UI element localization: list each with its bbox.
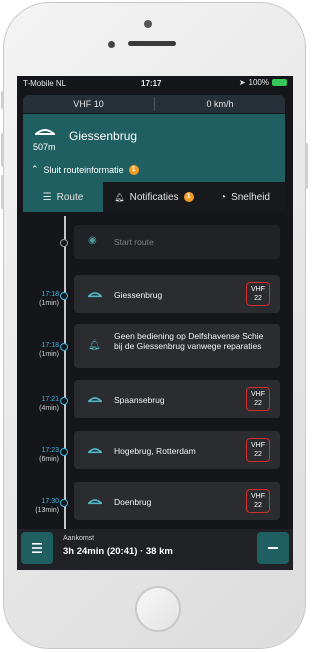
start-route-card[interactable]: ◉ Start route	[74, 225, 280, 259]
battery-percent: 100%	[248, 78, 269, 87]
bridge-distance: 507m	[33, 142, 56, 152]
timeline-dot	[60, 448, 68, 456]
hamburger-icon	[32, 543, 42, 553]
arrival-bar: Aankomst 3h 24min (20:41) · 38 km	[17, 529, 293, 570]
earpiece-speaker	[128, 41, 176, 46]
arrival-value: 3h 24min (20:41) · 38 km	[63, 546, 173, 557]
eta-time: 17:18 (1min)	[39, 342, 59, 358]
arrival-label: Aankomst	[63, 535, 95, 542]
speedometer-icon: ◔	[220, 191, 227, 203]
eta-time: 17:21 (4min)	[39, 396, 59, 412]
route-item-giessenbrug[interactable]: Giessenbrug VHF 22	[74, 275, 280, 313]
status-bar: T-Mobile NL 17:17 ➤ 100%	[17, 76, 293, 91]
eta-time: 17:18 (1min)	[39, 291, 59, 307]
front-camera	[144, 20, 152, 28]
vhf-badge[interactable]: VHF 22	[246, 387, 270, 411]
app-screen: T-Mobile NL 17:17 ➤ 100% VHF 10 0 km/h 5…	[17, 76, 293, 570]
vhf-badge[interactable]: VHF 22	[246, 489, 270, 513]
proximity-sensor	[108, 41, 115, 48]
bridge-label: Doenbrug	[114, 497, 152, 507]
bridge-label: Spaansebrug	[114, 395, 165, 405]
volume-up-button	[1, 133, 4, 167]
bridge-icon	[88, 448, 102, 454]
speed-readout: 0 km/h	[206, 99, 234, 109]
mute-switch	[1, 91, 4, 109]
bell-icon: 🔔︎	[114, 192, 125, 202]
start-icon: ◉	[88, 235, 97, 246]
vhf-badge[interactable]: VHF 22	[246, 438, 270, 462]
home-button[interactable]	[135, 586, 181, 632]
collapse-button[interactable]	[257, 532, 289, 564]
vhf-channel: VHF 10	[73, 99, 104, 109]
bridge-icon	[35, 129, 55, 135]
start-route-label: Start route	[114, 237, 154, 247]
timeline-dot	[60, 239, 68, 247]
clock: 17:17	[141, 79, 162, 88]
timeline-dot	[60, 397, 68, 405]
bell-icon: 🔔︎	[88, 340, 101, 351]
minus-icon	[268, 547, 278, 549]
tab-notifications[interactable]: 🔔︎ Notificaties 1	[103, 182, 205, 212]
tab-route-label: Route	[56, 191, 84, 203]
notifications-badge: 1	[183, 192, 194, 202]
top-info-bar: VHF 10 0 km/h	[23, 95, 285, 113]
timeline-dot	[60, 292, 68, 300]
vhf-badge[interactable]: VHF 22	[246, 282, 270, 306]
close-route-info-toggle[interactable]: ⌃ Sluit routeinformatie 1	[31, 164, 139, 175]
bridge-icon	[88, 499, 102, 505]
list-icon: ☰	[42, 191, 52, 203]
route-item-notification[interactable]: 🔔︎ Geen bediening op Delfshavense Schie …	[74, 324, 280, 368]
tab-route[interactable]: ☰ Route	[23, 182, 103, 212]
close-route-info-label: Sluit routeinformatie	[43, 164, 124, 175]
battery-icon	[272, 79, 287, 86]
tab-notifications-label: Notificaties	[129, 191, 179, 203]
timeline-dot	[60, 499, 68, 507]
notification-text: Geen bediening op Delfshavense Schie bij…	[114, 331, 264, 351]
bridge-icon	[88, 397, 102, 403]
bridge-name: Giessenbrug	[69, 129, 138, 143]
power-button	[305, 143, 308, 189]
chevron-up-icon: ⌃	[31, 164, 39, 174]
volume-down-button	[1, 175, 4, 209]
timeline-dot	[60, 343, 68, 351]
route-timeline	[64, 216, 66, 570]
route-item-spaansebrug[interactable]: Spaansebrug VHF 22	[74, 380, 280, 418]
tab-speed-label: Snelheid	[231, 191, 270, 203]
notification-badge: 1	[128, 164, 139, 175]
carrier-label: T-Mobile NL	[23, 79, 67, 88]
menu-button[interactable]	[21, 532, 53, 564]
eta-time: 17:23 (6min)	[39, 447, 59, 463]
location-icon: ➤	[238, 78, 246, 87]
route-item-hogebrug[interactable]: Hogebrug, Rotterdam VHF 22	[74, 431, 280, 469]
tab-bar: ☰ Route 🔔︎ Notificaties 1 ◔ Snelheid	[23, 182, 285, 212]
bridge-label: Hogebrug, Rotterdam	[114, 446, 196, 456]
bridge-label: Giessenbrug	[114, 290, 163, 300]
eta-time: 17:30 (13min)	[35, 498, 59, 514]
bridge-icon	[88, 292, 102, 298]
tab-speed[interactable]: ◔ Snelheid	[205, 182, 285, 212]
route-item-doenbrug[interactable]: Doenbrug VHF 22	[74, 482, 280, 520]
